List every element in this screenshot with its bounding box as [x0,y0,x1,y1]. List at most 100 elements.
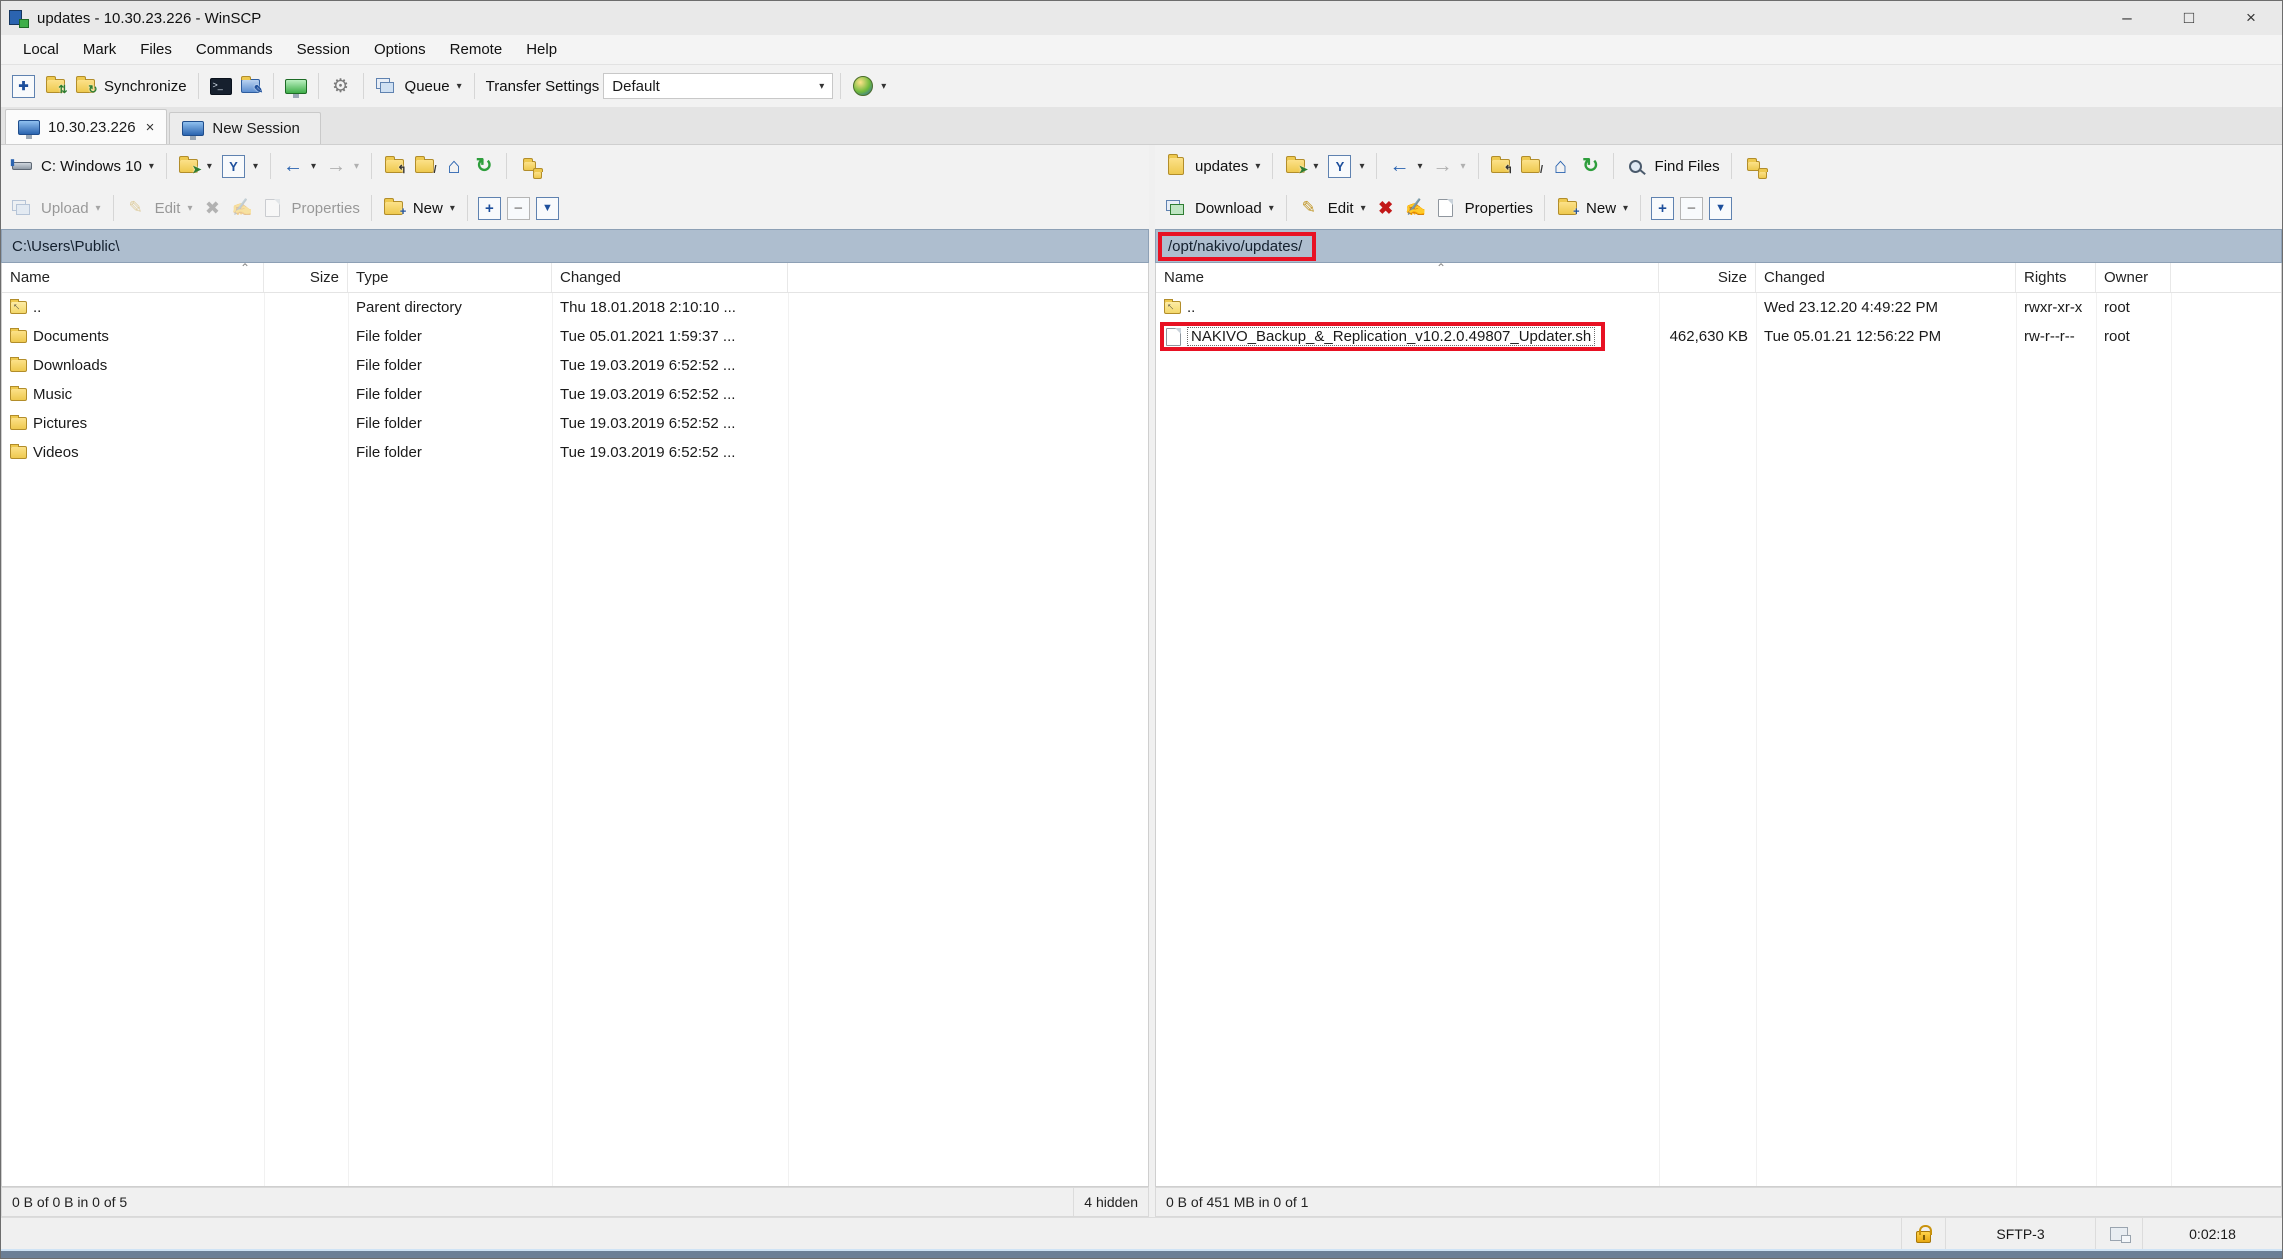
synchronize-browsing-icon[interactable]: ⇅ [42,73,68,99]
local-filter-caret[interactable]: ▾ [253,161,258,172]
remote-col-owner[interactable]: Owner [2096,263,2171,292]
upload-button[interactable]: Upload [41,200,89,217]
local-col-type[interactable]: Type [348,263,552,292]
remote-directory-caret[interactable]: ▾ [1255,161,1260,172]
local-select-minus-icon[interactable]: − [507,197,530,220]
menu-remote[interactable]: Remote [438,35,515,65]
remote-root-directory-icon[interactable]: / [1518,153,1544,179]
local-edit-caret[interactable]: ▾ [187,203,192,214]
local-filter-icon[interactable]: Y [219,153,248,179]
remote-edit-icon[interactable]: ✎ [1296,195,1322,221]
local-col-changed[interactable]: Changed [552,263,788,292]
remote-select-minus-icon[interactable]: − [1680,197,1703,220]
local-root-directory-icon[interactable]: / [411,153,437,179]
maximize-button[interactable]: □ [2158,1,2220,35]
synchronize-button[interactable]: Synchronize [104,78,187,95]
new-session-tab[interactable]: New Session [169,112,321,144]
local-properties-button[interactable]: Properties [291,200,359,217]
local-home-icon[interactable]: ⌂ [441,153,467,179]
protocol-cell[interactable]: SFTP-3 [1945,1218,2095,1249]
local-drive-caret[interactable]: ▾ [149,161,154,172]
remote-filter-icon[interactable]: Y [1325,153,1354,179]
remote-refresh-icon[interactable]: ↻ [1578,153,1604,179]
encryption-cell[interactable] [1901,1218,1945,1249]
download-icon[interactable] [1163,195,1189,221]
remote-filter-caret[interactable]: ▾ [1359,161,1364,172]
transfer-settings-combobox[interactable]: Default ▾ [603,73,833,99]
local-back-icon[interactable]: ← [280,153,306,179]
local-col-size[interactable]: Size [264,263,348,292]
remote-new-caret[interactable]: ▾ [1623,203,1628,214]
remote-edit-caret[interactable]: ▾ [1361,203,1366,214]
download-button[interactable]: Download [1195,200,1262,217]
local-refresh-icon[interactable]: ↻ [471,153,497,179]
download-caret[interactable]: ▾ [1269,203,1274,214]
upload-caret[interactable]: ▾ [96,203,101,214]
remote-col-rights[interactable]: Rights [2016,263,2096,292]
find-files-button[interactable]: Find Files [1655,158,1720,175]
remote-home-icon[interactable]: ⌂ [1548,153,1574,179]
transfer-settings-caret[interactable]: ▾ [819,81,824,92]
local-rename-icon[interactable]: ✍ [229,195,255,221]
local-forward-icon[interactable]: → [323,153,349,179]
remote-forward-icon[interactable]: → [1430,153,1456,179]
find-files-icon[interactable] [1623,153,1649,179]
local-delete-icon[interactable]: ✖ [199,195,225,221]
menu-commands[interactable]: Commands [184,35,285,65]
file-row[interactable]: MusicFile folderTue 19.03.2019 6:52:52 .… [2,380,1148,409]
local-drive-selector[interactable]: C: Windows 10 [41,158,142,175]
queue-icon[interactable] [373,73,399,99]
file-row[interactable]: ..Parent directoryThu 18.01.2018 2:10:10… [2,293,1148,322]
remote-properties-icon[interactable] [1433,195,1459,221]
local-new-icon[interactable]: + [381,195,407,221]
console-icon[interactable]: >_ [208,73,234,99]
remote-select-plus-icon[interactable]: + [1651,197,1674,220]
minimize-button[interactable]: – [2096,1,2158,35]
menu-options[interactable]: Options [362,35,438,65]
remote-col-changed[interactable]: Changed [1756,263,2016,292]
remote-edit-button[interactable]: Edit [1328,200,1354,217]
remote-delete-icon[interactable]: ✖ [1373,195,1399,221]
synchronize-icon[interactable]: ↻ [72,73,98,99]
file-custom-commands-icon[interactable]: ✎ [238,73,264,99]
explore-sphere-icon[interactable] [850,73,876,99]
local-path-bar[interactable]: C:\Users\Public\ [1,229,1149,263]
local-col-name[interactable]: Name [2,263,264,292]
local-select-plus-icon[interactable]: + [478,197,501,220]
file-row[interactable]: NAKIVO_Backup_&_Replication_v10.2.0.4980… [1156,322,2281,351]
queue-dropdown-caret[interactable]: ▾ [457,81,462,92]
file-row[interactable]: VideosFile folderTue 19.03.2019 6:52:52 … [2,438,1148,467]
local-open-directory-icon[interactable]: ➤ [176,153,202,179]
queue-button[interactable]: Queue [405,78,450,95]
remote-new-button[interactable]: New [1586,200,1616,217]
local-parent-directory-icon[interactable]: ↰ [381,153,407,179]
menu-help[interactable]: Help [514,35,569,65]
remote-col-size[interactable]: Size [1659,263,1756,292]
local-properties-icon[interactable] [259,195,285,221]
file-row[interactable]: PicturesFile folderTue 19.03.2019 6:52:5… [2,409,1148,438]
local-open-directory-caret[interactable]: ▾ [207,161,212,172]
remote-back-caret[interactable]: ▾ [1417,161,1422,172]
remote-rename-icon[interactable]: ✍ [1403,195,1429,221]
remote-parent-directory-icon[interactable]: ↰ [1488,153,1514,179]
local-back-caret[interactable]: ▾ [311,161,316,172]
local-edit-icon[interactable]: ✎ [123,195,149,221]
remote-open-directory-icon[interactable]: ➤ [1282,153,1308,179]
remote-back-icon[interactable]: ← [1386,153,1412,179]
upload-icon[interactable] [9,195,35,221]
remote-forward-caret[interactable]: ▾ [1461,161,1466,172]
session-tab-close-icon[interactable]: × [146,119,155,136]
remote-properties-button[interactable]: Properties [1465,200,1533,217]
menu-local[interactable]: Local [11,35,71,65]
remote-new-icon[interactable]: + [1554,195,1580,221]
local-new-caret[interactable]: ▾ [450,203,455,214]
remote-path-bar[interactable]: /opt/nakivo/updates/ [1155,229,2282,263]
remote-open-directory-caret[interactable]: ▾ [1313,161,1318,172]
remote-directory-selector[interactable]: updates [1195,158,1248,175]
local-forward-caret[interactable]: ▾ [354,161,359,172]
background-transfers-icon[interactable] [283,73,309,99]
close-button[interactable]: × [2220,1,2282,35]
server-cell[interactable] [2095,1218,2142,1249]
remote-directory-tree-icon[interactable] [1741,153,1767,179]
layout-commander-icon[interactable]: ✚ [9,73,38,99]
